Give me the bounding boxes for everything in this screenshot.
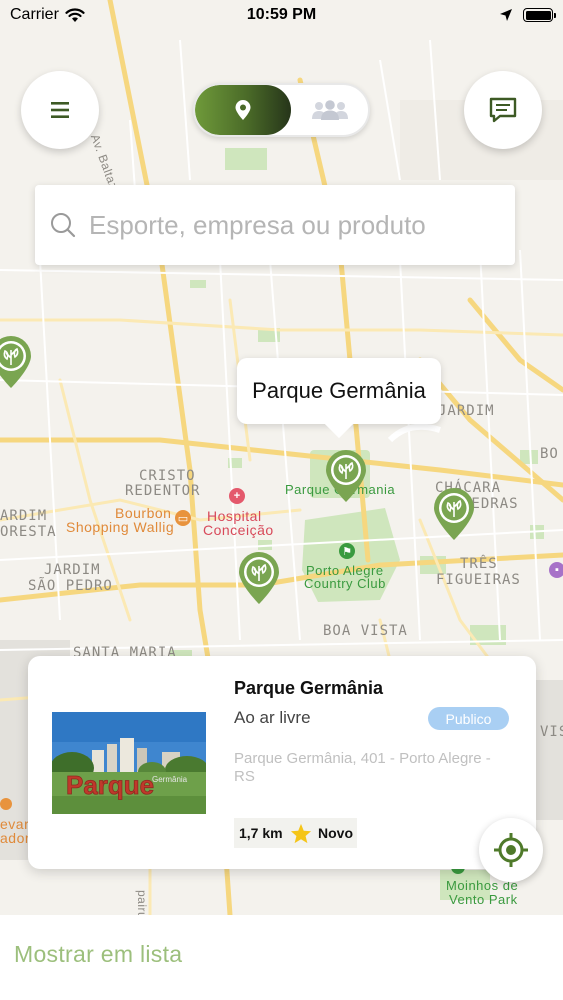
map-label: SÃO PEDRO	[28, 578, 113, 594]
show-list-button[interactable]: Mostrar em lista	[14, 941, 182, 968]
leaf-pin-icon[interactable]	[431, 486, 477, 542]
map-label: REDENTOR	[125, 483, 201, 499]
leaf-pin-icon[interactable]	[236, 550, 282, 606]
shopping-icon: ▭	[175, 510, 191, 526]
menu-button[interactable]	[21, 71, 99, 149]
street-label: pairu	[135, 890, 149, 915]
map-label: JARDIM	[438, 403, 495, 419]
star-icon	[290, 823, 312, 843]
toggle-people-option[interactable]	[291, 85, 368, 135]
map-label: Shopping Wallig	[66, 519, 175, 535]
poi-icon	[0, 798, 12, 810]
location-arrow-icon	[500, 9, 512, 21]
rating-badge: Novo	[288, 818, 357, 848]
hamburger-menu-icon	[51, 102, 69, 118]
place-card[interactable]: Parque Germânia Parque Germânia Ao ar li…	[28, 656, 536, 869]
place-photo: Parque Germânia	[52, 712, 206, 814]
chat-bubble-icon	[489, 97, 517, 123]
carrier-label: Carrier	[10, 6, 59, 23]
rating-label: Novo	[318, 825, 353, 841]
map-label: TRÊS	[460, 556, 498, 572]
map-label: ARDIM	[0, 508, 48, 524]
map-label: BOA VISTA	[323, 623, 408, 639]
place-category: Ao ar livre	[234, 708, 311, 727]
search-icon	[51, 213, 76, 238]
toggle-map-option[interactable]	[195, 85, 291, 135]
pin-callout[interactable]: Parque Germânia	[237, 358, 441, 424]
wifi-icon	[65, 7, 85, 22]
search-input[interactable]	[89, 209, 489, 241]
search-bar[interactable]	[35, 185, 515, 265]
map-label: FIGUEIRAS	[436, 572, 521, 588]
callout-title: Parque Germânia	[252, 378, 426, 403]
crosshair-icon	[494, 833, 528, 867]
map-label: CRISTO	[139, 468, 196, 484]
map-label: VIS	[540, 724, 563, 740]
place-address: Parque Germânia, 401 - Porto Alegre - RS	[234, 750, 491, 785]
place-title: Parque Germânia	[234, 678, 384, 698]
map-label: Country Club	[304, 576, 386, 591]
people-icon	[311, 100, 348, 120]
status-badge: Publico	[428, 707, 509, 730]
map-label: JARDIM	[44, 562, 101, 578]
map-pin-icon	[235, 100, 251, 120]
distance-badge: 1,7 km	[234, 818, 288, 848]
map-label: Vento Park	[449, 892, 518, 907]
map-label: ORESTA	[0, 524, 57, 540]
leaf-pin-icon[interactable]	[323, 448, 369, 504]
poi-icon: ▪	[549, 562, 563, 578]
chat-button[interactable]	[464, 71, 542, 149]
bottom-bar: Mostrar em lista	[0, 915, 563, 1000]
map-label: ador	[0, 830, 31, 846]
map-label: BO	[540, 446, 559, 462]
svg-text:Germânia: Germânia	[152, 775, 188, 784]
image-sign-text: Parque	[66, 770, 154, 800]
map-label: Conceição	[203, 522, 274, 538]
battery-icon	[523, 8, 556, 22]
locate-me-button[interactable]	[479, 818, 543, 882]
hospital-icon: +	[229, 488, 245, 504]
view-toggle[interactable]	[193, 83, 370, 137]
status-bar: Carrier 10:59 PM	[0, 0, 563, 30]
leaf-pin-icon[interactable]	[0, 334, 34, 390]
club-icon: ⚑	[339, 543, 355, 559]
